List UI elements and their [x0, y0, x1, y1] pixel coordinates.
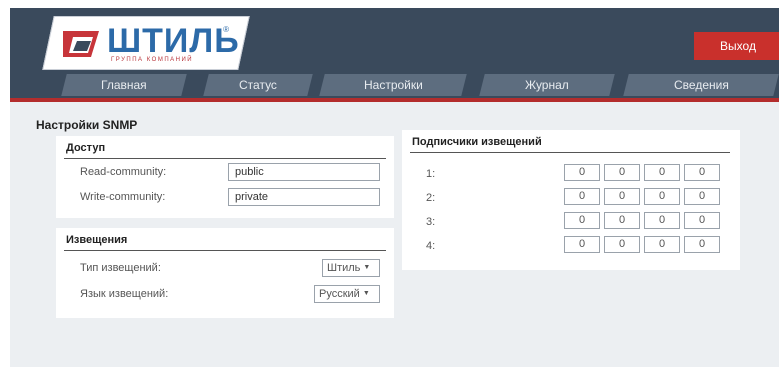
- notifications-panel-title: Извещения: [66, 234, 128, 246]
- subscriber-2-octet-2[interactable]: 0: [604, 188, 640, 205]
- notification-type-select[interactable]: Штиль ▼: [322, 259, 380, 277]
- subscriber-3-octet-4[interactable]: 0: [684, 212, 720, 229]
- subscriber-4-label: 4:: [426, 240, 436, 252]
- notifications-panel: Извещения Тип извещений: Штиль ▼ Язык изв…: [56, 228, 394, 318]
- subscriber-3-octet-3[interactable]: 0: [644, 212, 680, 229]
- tab-journal-label: Журнал: [525, 78, 569, 92]
- logo-mark-icon: [63, 31, 99, 57]
- subscriber-3-octet-2[interactable]: 0: [604, 212, 640, 229]
- subscriber-2-octet-1[interactable]: 0: [564, 188, 600, 205]
- subscriber-1-label: 1:: [426, 168, 436, 180]
- subscriber-2-octet-4[interactable]: 0: [684, 188, 720, 205]
- tab-info[interactable]: Сведения: [623, 74, 779, 96]
- read-community-label: Read-community:: [80, 166, 167, 178]
- subscribers-panel: Подписчики извещений 1: 0 0 0 0 2: 0 0 0…: [402, 130, 740, 270]
- logo-subtitle: ГРУППА КОМПАНИЙ: [111, 57, 194, 63]
- write-community-label: Write-community:: [80, 191, 166, 203]
- tab-journal[interactable]: Журнал: [479, 74, 615, 96]
- access-panel: Доступ Read-community: Write-community:: [56, 136, 394, 218]
- logo-registered-mark: ®: [223, 25, 229, 34]
- access-panel-title: Доступ: [66, 142, 106, 154]
- notification-language-value: Русский: [319, 288, 360, 300]
- divider: [64, 250, 386, 251]
- subscriber-1-octet-1[interactable]: 0: [564, 164, 600, 181]
- subscriber-2-octet-3[interactable]: 0: [644, 188, 680, 205]
- logo-text: ШТИЛЬ: [107, 22, 240, 60]
- tab-home[interactable]: Главная: [61, 74, 187, 96]
- tab-status-label: Статус: [239, 78, 277, 92]
- tab-settings[interactable]: Настройки: [319, 74, 467, 96]
- main-nav: Главная Статус Настройки Журнал Сведения: [10, 70, 779, 98]
- subscriber-4-octet-4[interactable]: 0: [684, 236, 720, 253]
- subscriber-4-octet-1[interactable]: 0: [564, 236, 600, 253]
- chevron-down-icon: ▼: [363, 264, 371, 272]
- tab-status[interactable]: Статус: [203, 74, 313, 96]
- page-title: Настройки SNMP: [36, 118, 138, 132]
- subscriber-3-octet-1[interactable]: 0: [564, 212, 600, 229]
- read-community-input[interactable]: [228, 163, 380, 181]
- tab-settings-label: Настройки: [363, 78, 423, 92]
- notification-type-value: Штиль: [327, 262, 361, 274]
- shtil-logo: ШТИЛЬ ГРУППА КОМПАНИЙ ®: [42, 16, 250, 70]
- notification-type-label: Тип извещений:: [80, 262, 161, 274]
- subscriber-1-octet-2[interactable]: 0: [604, 164, 640, 181]
- subscriber-4-octet-2[interactable]: 0: [604, 236, 640, 253]
- subscriber-3-label: 3:: [426, 216, 436, 228]
- subscriber-1-octet-4[interactable]: 0: [684, 164, 720, 181]
- tab-home-label: Главная: [101, 78, 147, 92]
- notification-language-select[interactable]: Русский ▼: [314, 285, 380, 303]
- subscriber-4-octet-3[interactable]: 0: [644, 236, 680, 253]
- subscriber-1-octet-3[interactable]: 0: [644, 164, 680, 181]
- divider: [64, 158, 386, 159]
- subscribers-panel-title: Подписчики извещений: [412, 136, 542, 148]
- chevron-down-icon: ▼: [362, 290, 370, 298]
- divider: [410, 152, 730, 153]
- subscriber-2-label: 2:: [426, 192, 436, 204]
- tab-info-label: Сведения: [673, 78, 729, 92]
- write-community-input[interactable]: [228, 188, 380, 206]
- notification-language-label: Язык извещений:: [80, 288, 169, 300]
- logout-button[interactable]: Выход: [694, 32, 779, 60]
